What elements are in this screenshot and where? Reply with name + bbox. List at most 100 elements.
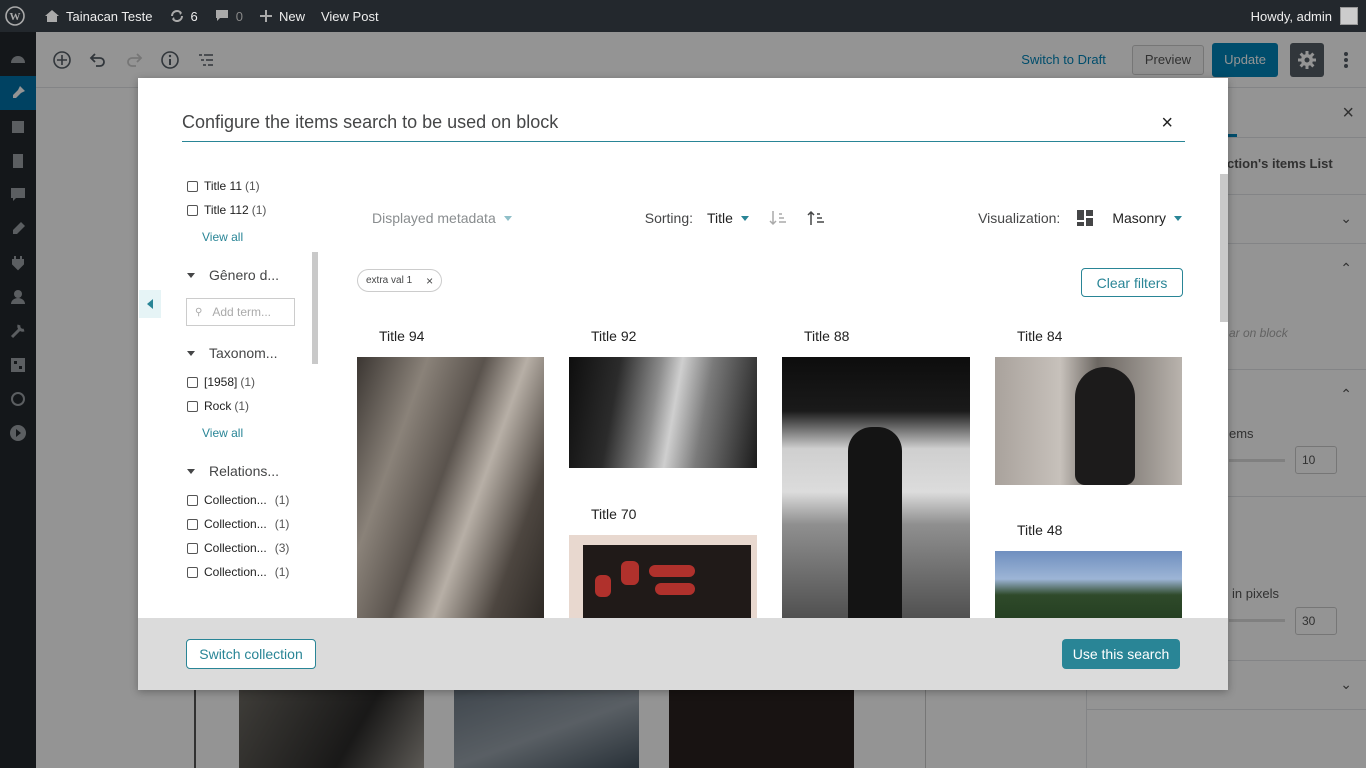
filter-option-count: (1) — [274, 517, 290, 531]
item-thumbnail[interactable] — [569, 357, 757, 468]
active-filter-label: extra val 1 — [366, 275, 413, 286]
wordpress-logo-icon[interactable]: W — [0, 0, 36, 32]
account-menu[interactable]: Howdy, admin — [1251, 7, 1366, 25]
filter-option[interactable]: Title 112 (1) — [182, 198, 322, 222]
checkbox[interactable] — [187, 400, 198, 412]
clear-filters-button[interactable]: Clear filters — [1081, 268, 1183, 297]
remove-filter-icon[interactable]: × — [426, 274, 433, 288]
filter-group-relations[interactable]: Relations... — [182, 454, 322, 488]
site-name: Tainacan Teste — [66, 8, 153, 24]
filter-option-count: (1) — [251, 203, 267, 217]
masonry-icon — [1076, 209, 1094, 227]
filter-option-count: (1) — [234, 399, 250, 413]
new-label: New — [278, 8, 305, 24]
image-red-shape — [649, 565, 695, 577]
item-title[interactable]: Title 92 — [591, 328, 636, 344]
image-red-shape — [655, 583, 695, 595]
sort-descending-icon[interactable] — [807, 209, 825, 227]
term-search-input[interactable]: ⚲ Add term... — [186, 298, 295, 326]
term-search-placeholder: Add term... — [212, 305, 272, 319]
updates-count: 6 — [190, 8, 198, 24]
visualization-label: Visualization: — [978, 210, 1061, 226]
filter-option[interactable]: [1958] (1) — [182, 370, 322, 394]
item-title[interactable]: Title 70 — [591, 506, 636, 522]
items-masonry-grid: Title 94 Title 92 Title 70 Title 88 Titl… — [357, 318, 1183, 618]
filter-option-label: Title 112 — [204, 203, 249, 217]
avatar — [1340, 7, 1358, 25]
filter-group-genero[interactable]: Gênero d... — [182, 258, 322, 292]
item-thumbnail[interactable] — [995, 551, 1182, 618]
updates-link[interactable]: 6 — [161, 0, 206, 32]
filter-option[interactable]: Collection... (1) — [182, 488, 322, 512]
item-thumbnail[interactable] — [782, 357, 970, 618]
switch-collection-button[interactable]: Switch collection — [186, 639, 316, 669]
filter-option-label: Title 11 — [204, 179, 243, 193]
caret-down-icon — [740, 215, 749, 221]
checkbox[interactable] — [187, 376, 198, 388]
item-thumbnail[interactable] — [995, 357, 1182, 485]
caret-down-icon — [1174, 215, 1182, 221]
item-title[interactable]: Title 84 — [1017, 328, 1062, 344]
admin-bar: W Tainacan Teste 6 0 New View Post Howdy… — [0, 0, 1366, 32]
filter-option[interactable]: Collection... (1) — [182, 560, 322, 584]
filter-option-label: [1958] — [204, 375, 238, 389]
comments-link[interactable]: 0 — [206, 0, 251, 32]
filter-option-label: Collection... — [204, 493, 267, 507]
filter-option[interactable]: Rock (1) — [182, 394, 322, 418]
filter-option-count: (1) — [274, 565, 290, 579]
filter-option[interactable]: Collection... (1) — [182, 512, 322, 536]
item-thumbnail[interactable] — [357, 357, 544, 618]
checkbox[interactable] — [187, 566, 198, 578]
filter-option[interactable]: Collection... (3) — [182, 536, 322, 560]
checkbox[interactable] — [187, 494, 198, 506]
item-thumbnail[interactable] — [569, 535, 757, 618]
displayed-metadata-label: Displayed metadata — [372, 210, 496, 226]
filters-scrollbar[interactable] — [312, 252, 318, 364]
image-red-shape — [595, 575, 611, 597]
view-post-label: View Post — [320, 8, 379, 24]
sorting-value: Title — [707, 210, 733, 226]
checkbox[interactable] — [187, 542, 198, 554]
visualization-value: Masonry — [1112, 210, 1166, 226]
filter-option[interactable]: Title 11 (1) — [182, 174, 322, 198]
visualization-control: Visualization: Masonry — [978, 209, 1182, 227]
howdy-text: Howdy, admin — [1250, 8, 1332, 24]
collapse-filters-button[interactable] — [139, 290, 161, 318]
filter-option-label: Rock — [204, 399, 232, 413]
view-all-link[interactable]: View all — [182, 418, 322, 448]
comment-icon — [215, 10, 228, 21]
filter-group-taxonomy[interactable]: Taxonom... — [182, 336, 322, 370]
home-icon — [45, 10, 59, 22]
updates-icon — [170, 10, 183, 22]
visualization-dropdown[interactable]: Masonry — [1112, 210, 1182, 226]
modal-title: Configure the items search to be used on… — [182, 112, 559, 132]
caret-down-icon — [187, 468, 195, 474]
sort-ascending-icon[interactable] — [769, 209, 787, 227]
checkbox[interactable] — [187, 518, 198, 530]
view-post-link[interactable]: View Post — [313, 0, 387, 32]
filter-option-label: Collection... — [204, 517, 267, 531]
image-figure-silhouette — [848, 427, 902, 618]
filter-option-count: (1) — [274, 493, 290, 507]
item-title[interactable]: Title 94 — [379, 328, 424, 344]
view-all-link[interactable]: View all — [182, 222, 322, 252]
chevron-left-icon — [147, 299, 153, 309]
checkbox[interactable] — [187, 180, 198, 192]
modal-scrollbar[interactable] — [1220, 174, 1228, 322]
filter-option-count: (1) — [245, 179, 260, 193]
item-title[interactable]: Title 48 — [1017, 522, 1062, 538]
new-content-link[interactable]: New — [251, 0, 313, 32]
plus-icon — [259, 10, 272, 22]
modal-footer: Switch collection Use this search — [138, 618, 1228, 690]
sorting-control: Sorting: Title — [645, 209, 825, 227]
item-title[interactable]: Title 88 — [804, 328, 849, 344]
displayed-metadata-dropdown[interactable]: Displayed metadata — [372, 210, 512, 226]
use-this-search-button[interactable]: Use this search — [1062, 639, 1180, 669]
checkbox[interactable] — [187, 204, 198, 216]
site-name-link[interactable]: Tainacan Teste — [36, 0, 161, 32]
sorting-dropdown[interactable]: Title — [707, 210, 749, 226]
filter-group-label: Gênero d... — [209, 267, 280, 283]
sorting-label: Sorting: — [644, 210, 693, 226]
close-icon[interactable]: × — [1161, 112, 1173, 135]
svg-text:W: W — [10, 11, 21, 23]
